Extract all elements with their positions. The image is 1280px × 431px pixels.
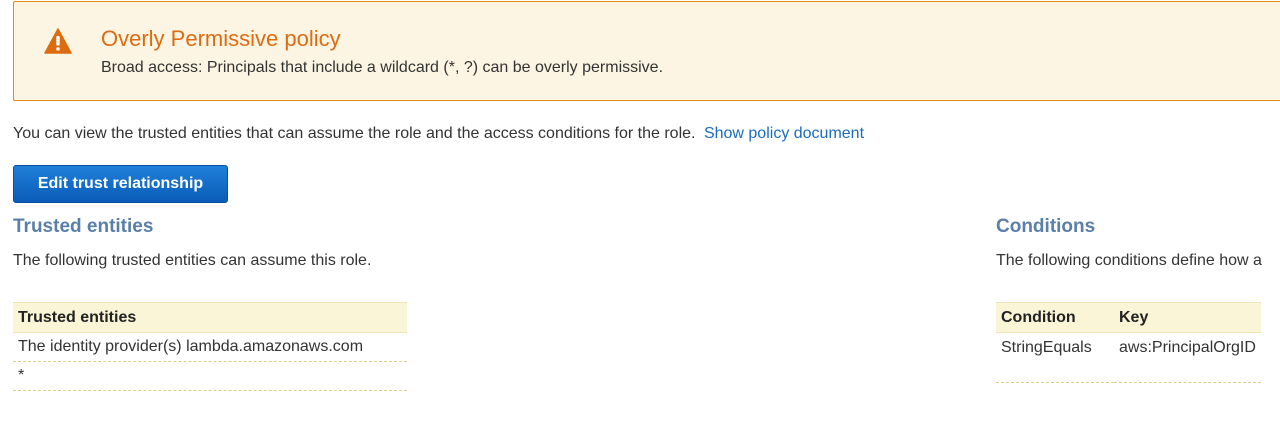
table-header-row: Trusted entities — [13, 302, 407, 333]
warning-icon — [44, 28, 72, 54]
column-header-key: Key — [1114, 302, 1261, 333]
column-header-condition: Condition — [996, 302, 1114, 333]
table-header-row: Condition Key — [996, 302, 1261, 333]
trusted-entities-heading: Trusted entities — [13, 216, 154, 237]
description-text: You can view the trusted entities that c… — [13, 125, 696, 142]
condition-key-cell: aws:PrincipalOrgID — [1114, 332, 1261, 383]
trusted-entity-cell: * — [13, 361, 407, 391]
conditions-table: Condition Key StringEquals aws:Principal… — [996, 302, 1261, 383]
conditions-subtitle: The following conditions define how a — [996, 252, 1262, 269]
alert-title: Overly Permissive policy — [101, 26, 341, 51]
table-row: StringEquals aws:PrincipalOrgID — [996, 332, 1261, 383]
condition-cell: StringEquals — [996, 332, 1114, 383]
table-row: * — [13, 361, 407, 391]
show-policy-document-link[interactable]: Show policy document — [704, 125, 864, 142]
warning-alert: Overly Permissive policy Broad access: P… — [13, 1, 1280, 101]
trust-description: You can view the trusted entities that c… — [13, 124, 864, 144]
iam-role-trust-page: Overly Permissive policy Broad access: P… — [0, 0, 1280, 431]
conditions-heading: Conditions — [996, 216, 1096, 237]
table-row: The identity provider(s) lambda.amazonaw… — [13, 332, 407, 362]
trusted-entities-subtitle: The following trusted entities can assum… — [13, 252, 372, 269]
trusted-entity-cell: The identity provider(s) lambda.amazonaw… — [13, 332, 407, 362]
edit-trust-relationship-button[interactable]: Edit trust relationship — [13, 165, 228, 203]
column-header-trusted-entities: Trusted entities — [13, 302, 407, 333]
trusted-entities-table: Trusted entities The identity provider(s… — [13, 302, 407, 391]
alert-message: Broad access: Principals that include a … — [101, 59, 664, 76]
